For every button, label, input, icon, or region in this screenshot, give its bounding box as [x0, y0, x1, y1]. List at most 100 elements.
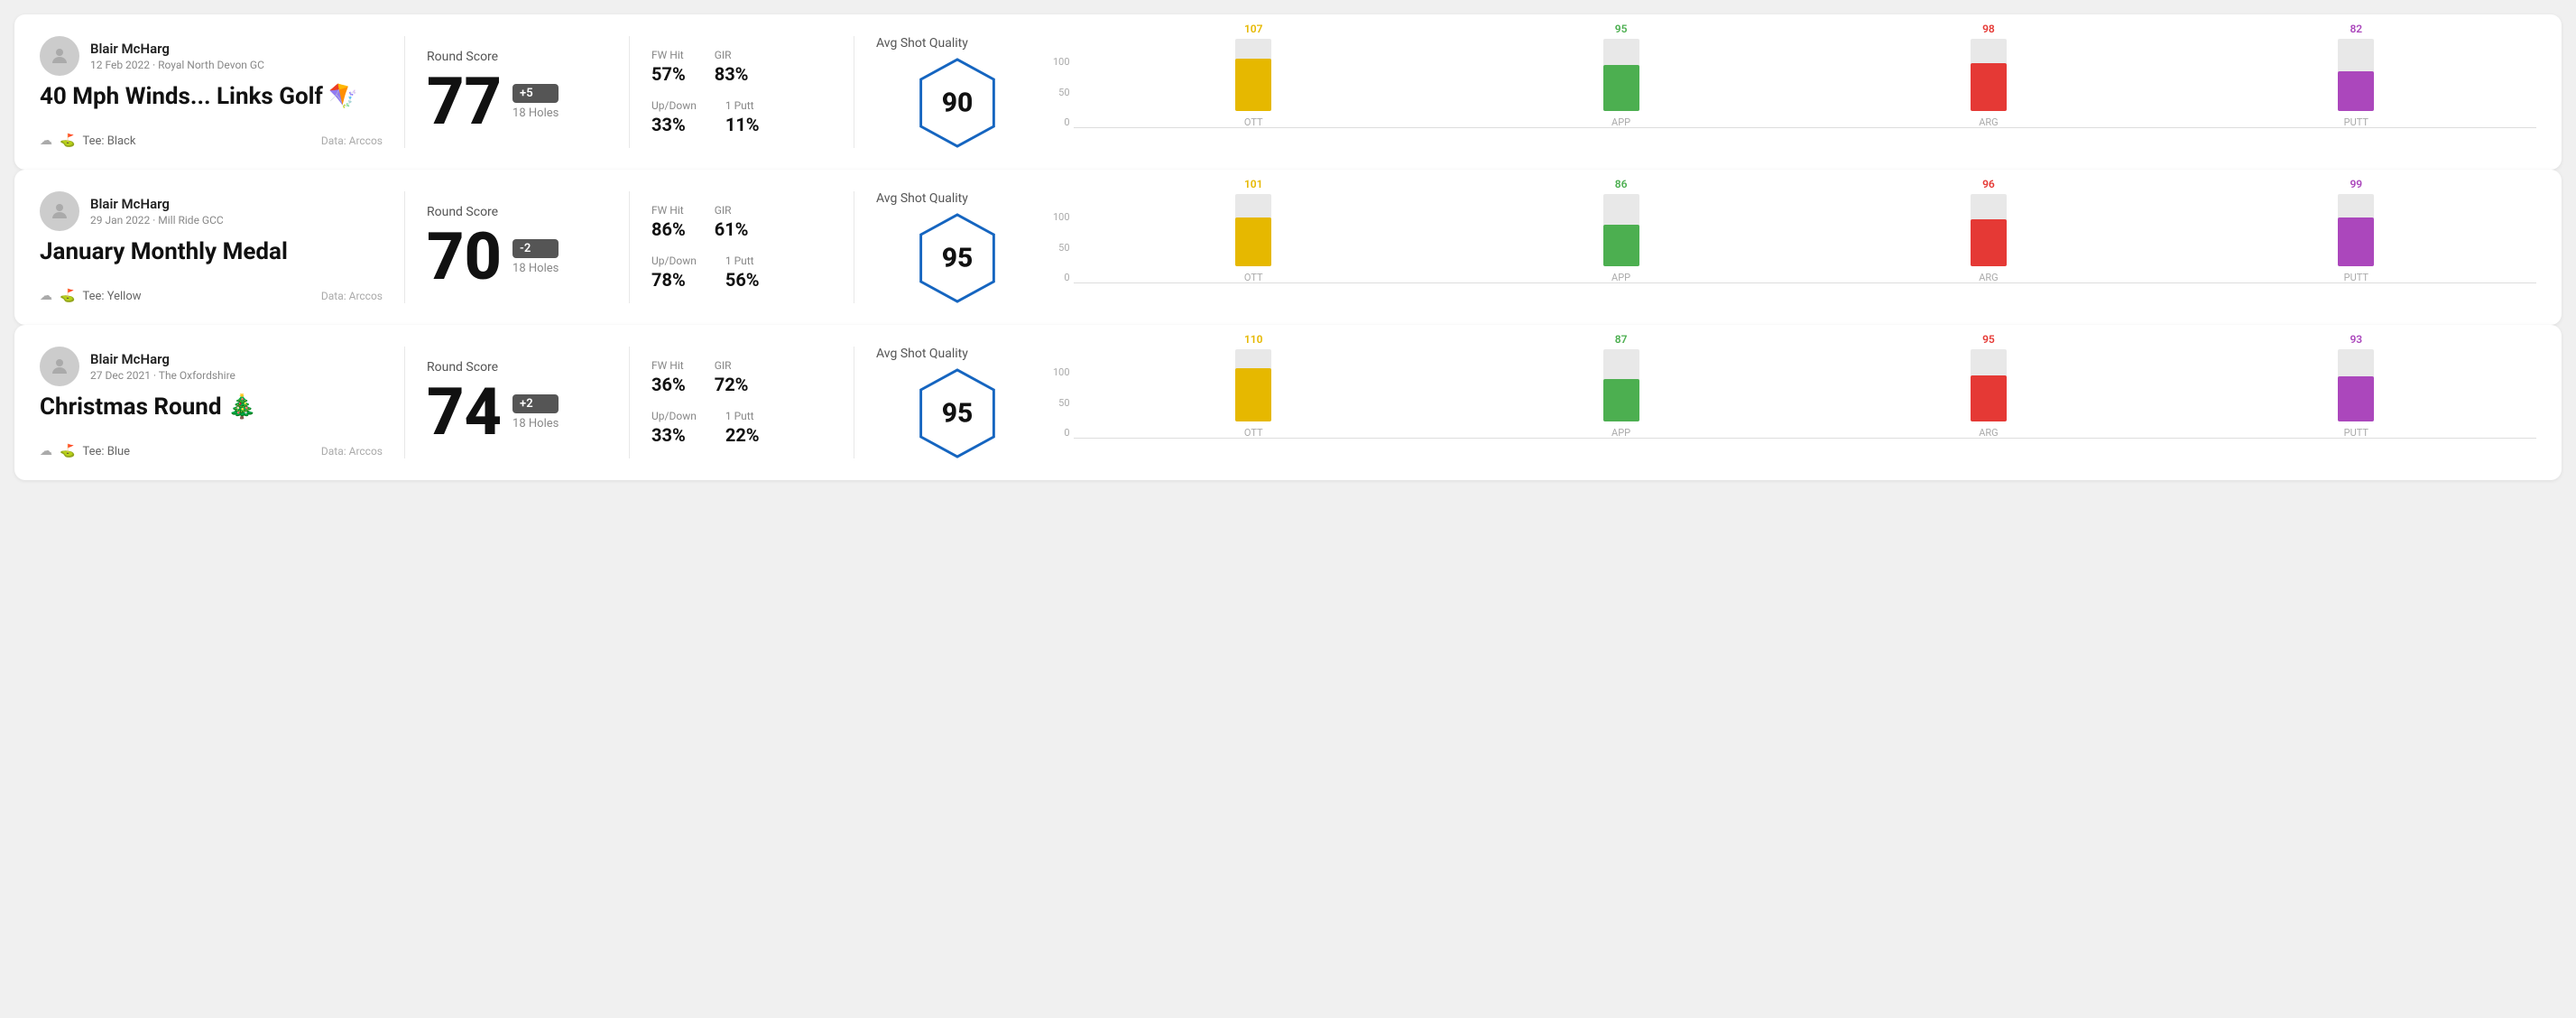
score-row: 77 +5 18 Holes — [427, 69, 607, 134]
gir-value: 72% — [715, 374, 749, 395]
fw-hit-stat: FW Hit 86% — [651, 204, 686, 240]
divider-2 — [629, 347, 630, 458]
bar-fill — [1235, 59, 1271, 111]
bar-container — [2338, 39, 2374, 111]
bar-fill — [2338, 217, 2374, 266]
user-name: Blair McHarg — [90, 196, 224, 212]
holes-text: 18 Holes — [512, 262, 559, 275]
round-card-3: Blair McHarg 27 Dec 2021 · The Oxfordshi… — [14, 325, 2562, 480]
user-date-course: 29 Jan 2022 · Mill Ride GCC — [90, 214, 224, 227]
bar-x-label: OTT — [1244, 116, 1263, 128]
y-mid: 50 — [1058, 87, 1069, 98]
card-left-2: Blair McHarg 29 Jan 2022 · Mill Ride GCC… — [40, 191, 383, 303]
hexagon: 95 — [917, 368, 998, 458]
bar-chart: 110 OTT 87 APP 95 ARG 93 PU — [1074, 348, 2536, 457]
bar-container — [1971, 194, 2007, 266]
card-stats: FW Hit 36% GIR 72% Up/Down 33% 1 Putt 22… — [651, 347, 832, 458]
gir-label: GIR — [715, 204, 749, 217]
y-mid: 50 — [1058, 397, 1069, 409]
score-number: 70 — [427, 225, 502, 290]
bar-chart: 101 OTT 86 APP 96 ARG 99 PU — [1074, 193, 2536, 301]
bar-fill — [1603, 65, 1639, 111]
fw-hit-value: 36% — [651, 374, 686, 395]
fw-hit-label: FW Hit — [651, 49, 686, 61]
bar-value: 98 — [1982, 23, 1995, 35]
stats-row-top: FW Hit 57% GIR 83% — [651, 49, 832, 85]
updown-value: 33% — [651, 114, 697, 135]
fw-hit-value: 86% — [651, 218, 686, 240]
bar-value: 93 — [2350, 333, 2362, 346]
bar-x-label: APP — [1611, 116, 1630, 128]
gir-label: GIR — [715, 49, 749, 61]
card-left-1: Blair McHarg 12 Feb 2022 · Royal North D… — [40, 36, 383, 148]
card-quality: Avg Shot Quality 95 — [876, 191, 1039, 303]
bar-x-label: ARG — [1979, 427, 1998, 439]
round-title: January Monthly Medal — [40, 238, 383, 265]
bar-value: 110 — [1244, 333, 1263, 346]
gir-value: 61% — [715, 218, 749, 240]
stats-row-top: FW Hit 36% GIR 72% — [651, 359, 832, 395]
tee-label: Tee: Blue — [82, 445, 130, 458]
holes-text: 18 Holes — [512, 417, 559, 430]
updown-stat: Up/Down 33% — [651, 410, 697, 446]
gir-label: GIR — [715, 359, 749, 372]
user-info: Blair McHarg 29 Jan 2022 · Mill Ride GCC — [40, 191, 383, 231]
gir-stat: GIR 72% — [715, 359, 749, 395]
avatar — [40, 36, 79, 76]
weather-icon: ☁ — [40, 134, 52, 148]
y-mid: 50 — [1058, 242, 1069, 254]
divider-2 — [629, 36, 630, 148]
bar-x-label: APP — [1611, 427, 1630, 439]
bar-x-label: OTT — [1244, 272, 1263, 283]
y-min: 0 — [1064, 427, 1069, 439]
avg-label: Avg Shot Quality — [876, 347, 968, 361]
card-footer: ☁ ⛳ Tee: Yellow Data: Arccos — [40, 289, 383, 303]
one-putt-stat: 1 Putt 56% — [725, 255, 760, 291]
y-max: 100 — [1053, 211, 1070, 223]
bar-fill — [1971, 63, 2007, 111]
round-score-label: Round Score — [427, 50, 607, 64]
stats-row-bottom: Up/Down 33% 1 Putt 22% — [651, 410, 832, 446]
golf-bag-icon: ⛳ — [60, 289, 75, 303]
score-diff-badge: +2 — [512, 394, 559, 413]
bar-fill — [1235, 217, 1271, 266]
hexagon-wrapper: 95 — [917, 213, 998, 303]
avg-label: Avg Shot Quality — [876, 191, 968, 206]
tee-info: ☁ ⛳ Tee: Black — [40, 134, 135, 148]
bar-value: 87 — [1615, 333, 1628, 346]
data-source: Data: Arccos — [321, 445, 383, 458]
gir-stat: GIR 83% — [715, 49, 749, 85]
divider-2 — [629, 191, 630, 303]
divider-1 — [404, 347, 405, 458]
score-diff-badge: +5 — [512, 84, 559, 103]
bar-value: 95 — [1982, 333, 1995, 346]
y-min: 0 — [1064, 116, 1069, 128]
fw-hit-value: 57% — [651, 63, 686, 85]
round-score-label: Round Score — [427, 360, 607, 375]
bar-fill — [2338, 71, 2374, 111]
bar-group: 110 OTT — [1074, 333, 1434, 439]
user-date-course: 12 Feb 2022 · Royal North Devon GC — [90, 59, 264, 71]
card-stats: FW Hit 86% GIR 61% Up/Down 78% 1 Putt 56… — [651, 191, 832, 303]
round-score-label: Round Score — [427, 205, 607, 219]
one-putt-value: 11% — [725, 114, 760, 135]
chart-wrapper: 100 50 0 110 OTT 87 APP 95 — [1053, 348, 2536, 457]
avg-label: Avg Shot Quality — [876, 36, 968, 51]
bar-x-label: PUTT — [2344, 116, 2368, 128]
updown-value: 33% — [651, 424, 697, 446]
bar-container — [1971, 349, 2007, 421]
fw-hit-stat: FW Hit 36% — [651, 359, 686, 395]
bar-container — [1971, 39, 2007, 111]
bar-value: 95 — [1615, 23, 1628, 35]
card-score: Round Score 77 +5 18 Holes — [427, 36, 607, 148]
updown-label: Up/Down — [651, 410, 697, 422]
y-max: 100 — [1053, 56, 1070, 68]
weather-icon: ☁ — [40, 289, 52, 303]
tee-info: ☁ ⛳ Tee: Blue — [40, 444, 130, 458]
bar-group: 93 PUTT — [2176, 333, 2536, 439]
card-chart: 100 50 0 107 OTT 95 APP 98 — [1039, 36, 2536, 148]
card-footer: ☁ ⛳ Tee: Blue Data: Arccos — [40, 444, 383, 458]
bar-fill — [1603, 379, 1639, 421]
y-max: 100 — [1053, 366, 1070, 378]
fw-hit-label: FW Hit — [651, 359, 686, 372]
